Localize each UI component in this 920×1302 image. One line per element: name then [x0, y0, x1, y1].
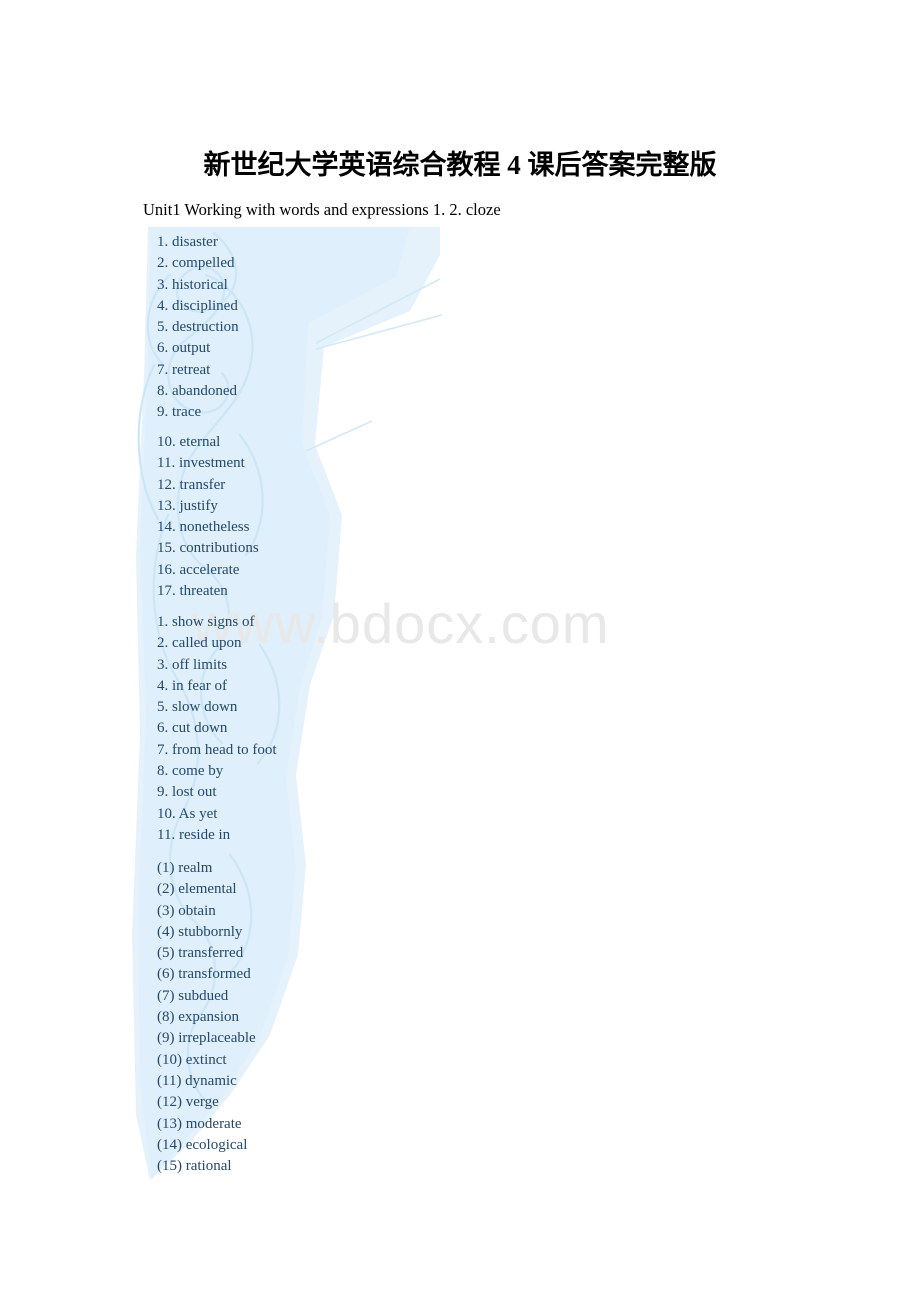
answer-item: (13) moderate: [157, 1115, 242, 1132]
answer-item: 7. retreat: [157, 361, 211, 378]
answer-item: (11) dynamic: [157, 1072, 237, 1089]
page-title: 新世纪大学英语综合教程 4 课后答案完整版: [203, 150, 717, 180]
answer-item: 17. threaten: [157, 583, 228, 600]
answer-item: 4. in fear of: [157, 677, 227, 694]
answer-item: 14. nonetheless: [157, 519, 250, 536]
answer-item: (1) realm: [157, 860, 213, 876]
answer-block-cloze: (1) realm (2) elemental (3) obtain (4) s…: [157, 858, 256, 1177]
document-page: www.bdocx.com 新世纪大学英语综合教程 4 课后答案完整版 Unit…: [0, 0, 920, 1302]
answer-item: 5. slow down: [157, 699, 238, 716]
answer-item: (15) rational: [157, 1158, 232, 1175]
answer-block-expressions: 1. show signs of 2. called upon 3. off l…: [157, 612, 277, 846]
answer-item: 11. reside in: [157, 826, 231, 843]
answer-item: 6. output: [157, 340, 211, 357]
answer-item: 7. from head to foot: [157, 741, 277, 758]
answer-item: 16. accelerate: [157, 561, 240, 578]
answer-item: 2. called upon: [157, 635, 242, 652]
unit-heading: Unit1 Working with words and expressions…: [143, 200, 501, 219]
document-content: 新世纪大学英语综合教程 4 课后答案完整版 Unit1 Working with…: [0, 0, 920, 1302]
answer-item: 3. historical: [157, 276, 228, 293]
answer-item: (9) irreplaceable: [157, 1030, 256, 1047]
answer-item: (4) stubbornly: [157, 923, 243, 940]
answer-item: 9. trace: [157, 404, 202, 421]
answer-item: (3) obtain: [157, 902, 216, 919]
answer-item: 1. disaster: [157, 234, 218, 250]
answer-item: (8) expansion: [157, 1009, 240, 1026]
answer-item: 13. justify: [157, 497, 218, 514]
answer-item: 15. contributions: [157, 540, 259, 557]
answer-item: (7) subdued: [157, 987, 229, 1004]
answer-item: 5. destruction: [157, 319, 239, 336]
answer-block-words-2: 10. eternal 11. investment 12. transfer …: [157, 432, 259, 602]
answer-item: (5) transferred: [157, 945, 244, 962]
answer-item: 10. eternal: [157, 434, 221, 450]
answer-item: 4. disciplined: [157, 297, 238, 314]
answer-item: 2. compelled: [157, 255, 235, 272]
answer-item: (10) extinct: [157, 1051, 227, 1068]
answer-item: (14) ecological: [157, 1136, 248, 1153]
answer-item: 11. investment: [157, 455, 245, 472]
answer-item: (2) elemental: [157, 881, 237, 898]
answer-item: 8. abandoned: [157, 383, 237, 400]
answer-item: 3. off limits: [157, 656, 228, 673]
answer-item: 9. lost out: [157, 784, 217, 801]
answer-item: 6. cut down: [157, 720, 228, 737]
answer-block-words-1: 1. disaster 2. compelled 3. historical 4…: [157, 232, 239, 424]
answer-item: (6) transformed: [157, 966, 251, 983]
answer-item: 10. As yet: [157, 805, 218, 822]
answer-item: (12) verge: [157, 1094, 219, 1111]
answer-item: 1. show signs of: [157, 614, 255, 630]
answer-item: 12. transfer: [157, 476, 226, 493]
answer-item: 8. come by: [157, 763, 224, 780]
